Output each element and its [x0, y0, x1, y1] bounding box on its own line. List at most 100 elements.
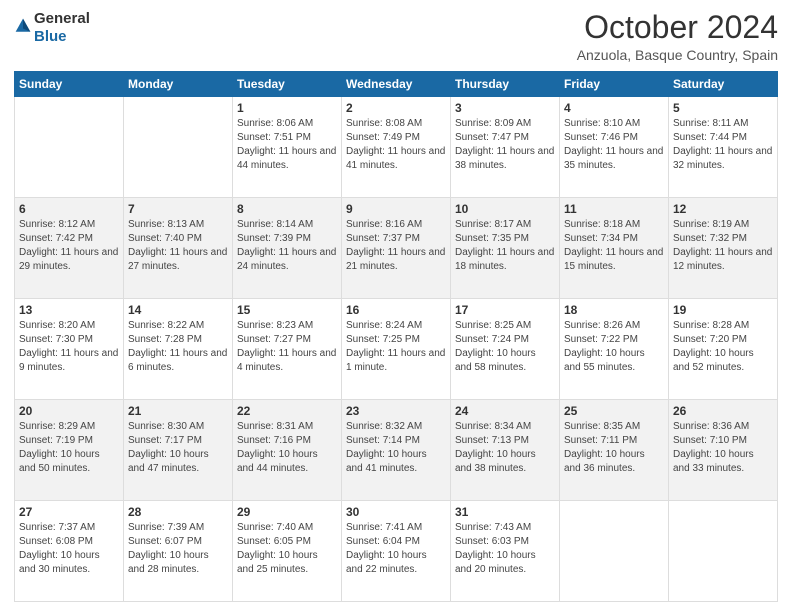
day-number: 10	[455, 202, 555, 216]
table-row: 6 Sunrise: 8:12 AMSunset: 7:42 PMDaylight…	[15, 198, 124, 299]
day-info: Sunrise: 8:22 AMSunset: 7:28 PMDaylight:…	[128, 319, 228, 375]
day-number: 9	[346, 202, 446, 216]
title-area: October 2024 Anzuola, Basque Country, Sp…	[577, 10, 778, 63]
table-row: 20Sunrise: 8:29 AMSunset: 7:19 PMDayligh…	[15, 400, 124, 501]
calendar-week-row: 27 Sunrise: 7:37 AMSunset: 6:08 PMDayligh…	[15, 501, 778, 602]
table-row	[560, 501, 669, 602]
day-info: Sunrise: 8:19 AMSunset: 7:32 PMDaylight:…	[673, 218, 773, 274]
header-saturday: Saturday	[669, 72, 778, 97]
table-row: 23 Sunrise: 8:32 AMSunset: 7:14 PMDayligh…	[342, 400, 451, 501]
day-info: Sunrise: 8:14 AMSunset: 7:39 PMDaylight:…	[237, 218, 337, 274]
table-row: 4 Sunrise: 8:10 AMSunset: 7:46 PMDaylight…	[560, 97, 669, 198]
day-info: Sunrise: 7:37 AMSunset: 6:08 PMDaylight:…	[19, 521, 119, 577]
day-info: Sunrise: 8:30 AMSunset: 7:17 PMDaylight:…	[128, 420, 228, 476]
day-info: Sunrise: 8:32 AMSunset: 7:14 PMDaylight:…	[346, 420, 446, 476]
day-info: Sunrise: 8:34 AMSunset: 7:13 PMDaylight:…	[455, 420, 555, 476]
day-info: Sunrise: 8:12 AMSunset: 7:42 PMDaylight:…	[19, 218, 119, 274]
day-number: 7	[128, 202, 228, 216]
day-number: 3	[455, 101, 555, 115]
day-info: Sunrise: 8:16 AMSunset: 7:37 PMDaylight:…	[346, 218, 446, 274]
day-number: 22	[237, 404, 337, 418]
calendar-week-row: 6 Sunrise: 8:12 AMSunset: 7:42 PMDaylight…	[15, 198, 778, 299]
logo-text: General Blue	[34, 10, 90, 46]
table-row: 27 Sunrise: 7:37 AMSunset: 6:08 PMDayligh…	[15, 501, 124, 602]
header: General Blue October 2024 Anzuola, Basqu…	[14, 10, 778, 63]
day-info: Sunrise: 7:39 AMSunset: 6:07 PMDaylight:…	[128, 521, 228, 577]
calendar-week-row: 20Sunrise: 8:29 AMSunset: 7:19 PMDayligh…	[15, 400, 778, 501]
day-info: Sunrise: 8:06 AMSunset: 7:51 PMDaylight:…	[237, 117, 337, 173]
table-row: 5 Sunrise: 8:11 AMSunset: 7:44 PMDaylight…	[669, 97, 778, 198]
day-number: 5	[673, 101, 773, 115]
day-info: Sunrise: 8:10 AMSunset: 7:46 PMDaylight:…	[564, 117, 664, 173]
table-row: 13 Sunrise: 8:20 AMSunset: 7:30 PMDayligh…	[15, 299, 124, 400]
day-number: 13	[19, 303, 119, 317]
header-tuesday: Tuesday	[233, 72, 342, 97]
day-info: Sunrise: 8:17 AMSunset: 7:35 PMDaylight:…	[455, 218, 555, 274]
day-number: 14	[128, 303, 228, 317]
header-wednesday: Wednesday	[342, 72, 451, 97]
calendar-table: Sunday Monday Tuesday Wednesday Thursday…	[14, 71, 778, 602]
day-info: Sunrise: 8:23 AMSunset: 7:27 PMDaylight:…	[237, 319, 337, 375]
table-row	[15, 97, 124, 198]
day-info: Sunrise: 8:08 AMSunset: 7:49 PMDaylight:…	[346, 117, 446, 173]
table-row: 25Sunrise: 8:35 AMSunset: 7:11 PMDayligh…	[560, 400, 669, 501]
table-row: 14 Sunrise: 8:22 AMSunset: 7:28 PMDayligh…	[124, 299, 233, 400]
logo-general: General	[34, 10, 90, 27]
table-row: 30 Sunrise: 7:41 AMSunset: 6:04 PMDayligh…	[342, 501, 451, 602]
day-number: 29	[237, 505, 337, 519]
day-number: 19	[673, 303, 773, 317]
table-row: 22 Sunrise: 8:31 AMSunset: 7:16 PMDayligh…	[233, 400, 342, 501]
header-thursday: Thursday	[451, 72, 560, 97]
table-row: 31Sunrise: 7:43 AMSunset: 6:03 PMDayligh…	[451, 501, 560, 602]
table-row: 10 Sunrise: 8:17 AMSunset: 7:35 PMDayligh…	[451, 198, 560, 299]
day-info: Sunrise: 8:11 AMSunset: 7:44 PMDaylight:…	[673, 117, 773, 173]
day-number: 16	[346, 303, 446, 317]
day-number: 27	[19, 505, 119, 519]
day-number: 23	[346, 404, 446, 418]
weekday-header-row: Sunday Monday Tuesday Wednesday Thursday…	[15, 72, 778, 97]
table-row	[669, 501, 778, 602]
table-row: 12 Sunrise: 8:19 AMSunset: 7:32 PMDayligh…	[669, 198, 778, 299]
table-row: 29 Sunrise: 7:40 AMSunset: 6:05 PMDayligh…	[233, 501, 342, 602]
calendar-week-row: 1Sunrise: 8:06 AMSunset: 7:51 PMDaylight…	[15, 97, 778, 198]
day-number: 26	[673, 404, 773, 418]
logo-icon	[14, 17, 32, 35]
day-number: 12	[673, 202, 773, 216]
day-info: Sunrise: 8:25 AMSunset: 7:24 PMDaylight:…	[455, 319, 555, 375]
day-info: Sunrise: 8:18 AMSunset: 7:34 PMDaylight:…	[564, 218, 664, 274]
table-row: 16 Sunrise: 8:24 AMSunset: 7:25 PMDayligh…	[342, 299, 451, 400]
day-info: Sunrise: 8:31 AMSunset: 7:16 PMDaylight:…	[237, 420, 337, 476]
day-number: 28	[128, 505, 228, 519]
table-row: 26Sunrise: 8:36 AMSunset: 7:10 PMDayligh…	[669, 400, 778, 501]
day-info: Sunrise: 8:28 AMSunset: 7:20 PMDaylight:…	[673, 319, 773, 375]
day-info: Sunrise: 8:13 AMSunset: 7:40 PMDaylight:…	[128, 218, 228, 274]
day-number: 30	[346, 505, 446, 519]
day-info: Sunrise: 8:26 AMSunset: 7:22 PMDaylight:…	[564, 319, 664, 375]
table-row	[124, 97, 233, 198]
day-number: 8	[237, 202, 337, 216]
header-monday: Monday	[124, 72, 233, 97]
table-row: 18 Sunrise: 8:26 AMSunset: 7:22 PMDayligh…	[560, 299, 669, 400]
table-row: 7 Sunrise: 8:13 AMSunset: 7:40 PMDaylight…	[124, 198, 233, 299]
day-number: 4	[564, 101, 664, 115]
header-friday: Friday	[560, 72, 669, 97]
day-number: 6	[19, 202, 119, 216]
table-row: 28 Sunrise: 7:39 AMSunset: 6:07 PMDayligh…	[124, 501, 233, 602]
day-info: Sunrise: 8:24 AMSunset: 7:25 PMDaylight:…	[346, 319, 446, 375]
table-row: 3 Sunrise: 8:09 AMSunset: 7:47 PMDaylight…	[451, 97, 560, 198]
location-title: Anzuola, Basque Country, Spain	[577, 47, 778, 63]
day-info: Sunrise: 8:09 AMSunset: 7:47 PMDaylight:…	[455, 117, 555, 173]
logo-area	[14, 17, 32, 40]
day-info: Sunrise: 8:20 AMSunset: 7:30 PMDaylight:…	[19, 319, 119, 375]
day-info: Sunrise: 7:40 AMSunset: 6:05 PMDaylight:…	[237, 521, 337, 577]
table-row: 15Sunrise: 8:23 AMSunset: 7:27 PMDayligh…	[233, 299, 342, 400]
table-row: 21Sunrise: 8:30 AMSunset: 7:17 PMDayligh…	[124, 400, 233, 501]
logo: General Blue	[14, 10, 90, 46]
month-title: October 2024	[577, 10, 778, 45]
day-info: Sunrise: 7:41 AMSunset: 6:04 PMDaylight:…	[346, 521, 446, 577]
day-number: 18	[564, 303, 664, 317]
table-row: 19 Sunrise: 8:28 AMSunset: 7:20 PMDayligh…	[669, 299, 778, 400]
table-row: 1Sunrise: 8:06 AMSunset: 7:51 PMDaylight…	[233, 97, 342, 198]
day-number: 20	[19, 404, 119, 418]
day-number: 25	[564, 404, 664, 418]
